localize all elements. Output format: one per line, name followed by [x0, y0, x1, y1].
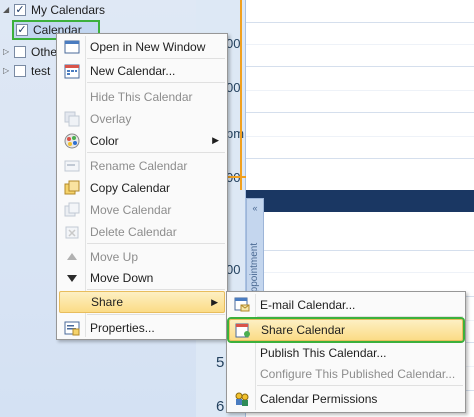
- calendar-context-menu: Open in New Window New Calendar... Hide …: [56, 33, 228, 340]
- rename-icon: [64, 160, 80, 172]
- hour-line: [246, 22, 474, 23]
- menu-item-label: Properties...: [90, 320, 155, 335]
- current-time-line: [240, 0, 242, 190]
- hour-line: [246, 112, 474, 113]
- move-calendar-item[interactable]: Move Calendar: [59, 199, 225, 220]
- all-day-bar[interactable]: [246, 190, 474, 212]
- test-label: test: [31, 64, 51, 78]
- properties-item[interactable]: Properties...: [59, 317, 225, 338]
- menu-item-label: Configure This Published Calendar...: [260, 366, 456, 381]
- menu-item-label: Copy Calendar: [90, 180, 171, 195]
- menu-item-label: Publish This Calendar...: [260, 345, 387, 360]
- half-hour-line: [246, 136, 474, 137]
- move-down-item[interactable]: Move Down: [59, 267, 225, 288]
- hide-this-calendar-item[interactable]: Hide This Calendar: [59, 86, 225, 107]
- my-calendars-checkbox[interactable]: ✓: [14, 4, 26, 16]
- overlay-item[interactable]: Overlay: [59, 108, 225, 129]
- menu-item-label: Delete Calendar: [90, 224, 177, 239]
- properties-icon: [64, 321, 80, 336]
- email-calendar-icon: [234, 297, 250, 312]
- menu-item-label: Color: [90, 133, 119, 148]
- hour-line: [246, 66, 474, 67]
- open-window-icon: [64, 40, 80, 54]
- test-group[interactable]: ▷ test: [0, 62, 50, 80]
- move-icon: [64, 202, 80, 217]
- configure-published-calendar-item[interactable]: Configure This Published Calendar...: [229, 363, 463, 384]
- copy-icon: [64, 180, 80, 195]
- half-hour-line: [246, 272, 474, 273]
- other-calendars-label: Othe: [31, 45, 58, 59]
- hour-line: [246, 158, 474, 159]
- permissions-icon: [235, 392, 249, 406]
- time-label: 5: [216, 354, 225, 371]
- delete-calendar-item[interactable]: Delete Calendar: [59, 221, 225, 242]
- share-calendar-icon: [235, 323, 250, 338]
- overlay-icon: [64, 111, 80, 127]
- menu-item-label: Calendar Permissions: [260, 391, 378, 406]
- copy-calendar-item[interactable]: Copy Calendar: [59, 177, 225, 198]
- publish-this-calendar-item[interactable]: Publish This Calendar...: [229, 342, 463, 363]
- half-hour-line: [246, 44, 474, 45]
- menu-item-label: Overlay: [90, 111, 132, 126]
- menu-item-label: Move Up: [90, 249, 139, 264]
- other-calendars-group[interactable]: ▷ Othe: [0, 43, 57, 61]
- color-item[interactable]: Color ▶: [59, 130, 225, 151]
- delete-icon: [65, 226, 79, 239]
- other-calendars-checkbox[interactable]: [14, 46, 26, 58]
- time-label: 00: [226, 262, 241, 277]
- share-item[interactable]: Share ▶: [59, 291, 225, 313]
- time-label: 6: [216, 398, 225, 415]
- share-calendar-item[interactable]: Share Calendar: [227, 317, 465, 343]
- new-calendar-item[interactable]: New Calendar...: [59, 60, 225, 81]
- expand-triangle-icon[interactable]: ▷: [3, 48, 11, 56]
- open-in-new-window-item[interactable]: Open in New Window: [59, 36, 225, 57]
- menu-item-label: Rename Calendar: [90, 158, 188, 173]
- test-checkbox[interactable]: [14, 65, 26, 77]
- new-calendar-icon: [64, 64, 80, 79]
- menu-item-label: Open in New Window: [90, 39, 206, 54]
- menu-item-label: New Calendar...: [90, 63, 176, 78]
- collapse-arrow-icon[interactable]: «: [247, 203, 263, 213]
- rename-calendar-item[interactable]: Rename Calendar: [59, 155, 225, 176]
- move-up-item[interactable]: Move Up: [59, 246, 225, 267]
- time-label: 00: [226, 36, 241, 51]
- calendar-permissions-item[interactable]: Calendar Permissions: [229, 388, 463, 409]
- menu-item-label: Move Down: [90, 270, 154, 285]
- hour-line: [246, 250, 474, 251]
- menu-item-label: Move Calendar: [90, 202, 172, 217]
- calendar-checkbox[interactable]: ✓: [16, 24, 28, 36]
- up-arrow-icon: [67, 253, 77, 260]
- my-calendars-label: My Calendars: [31, 3, 106, 17]
- color-icon: [64, 133, 80, 149]
- menu-item-label: E-mail Calendar...: [260, 297, 356, 312]
- collapse-triangle-icon[interactable]: ◢: [3, 6, 11, 14]
- menu-item-label: Hide This Calendar: [90, 89, 193, 104]
- menu-item-label: Share: [91, 295, 124, 309]
- expand-triangle-icon[interactable]: ▷: [3, 67, 11, 75]
- my-calendars-group[interactable]: ◢ ✓ My Calendars: [0, 1, 105, 19]
- submenu-arrow-icon: ▶: [211, 296, 218, 307]
- share-submenu: E-mail Calendar... Share Calendar Publis…: [226, 291, 466, 413]
- half-hour-line: [246, 90, 474, 91]
- current-time-marker: [226, 176, 246, 178]
- email-calendar-item[interactable]: E-mail Calendar...: [229, 294, 463, 315]
- menu-item-label: Share Calendar: [261, 323, 346, 337]
- submenu-arrow-icon: ▶: [212, 135, 219, 145]
- down-arrow-icon: [67, 275, 77, 282]
- time-label: 00: [226, 80, 241, 95]
